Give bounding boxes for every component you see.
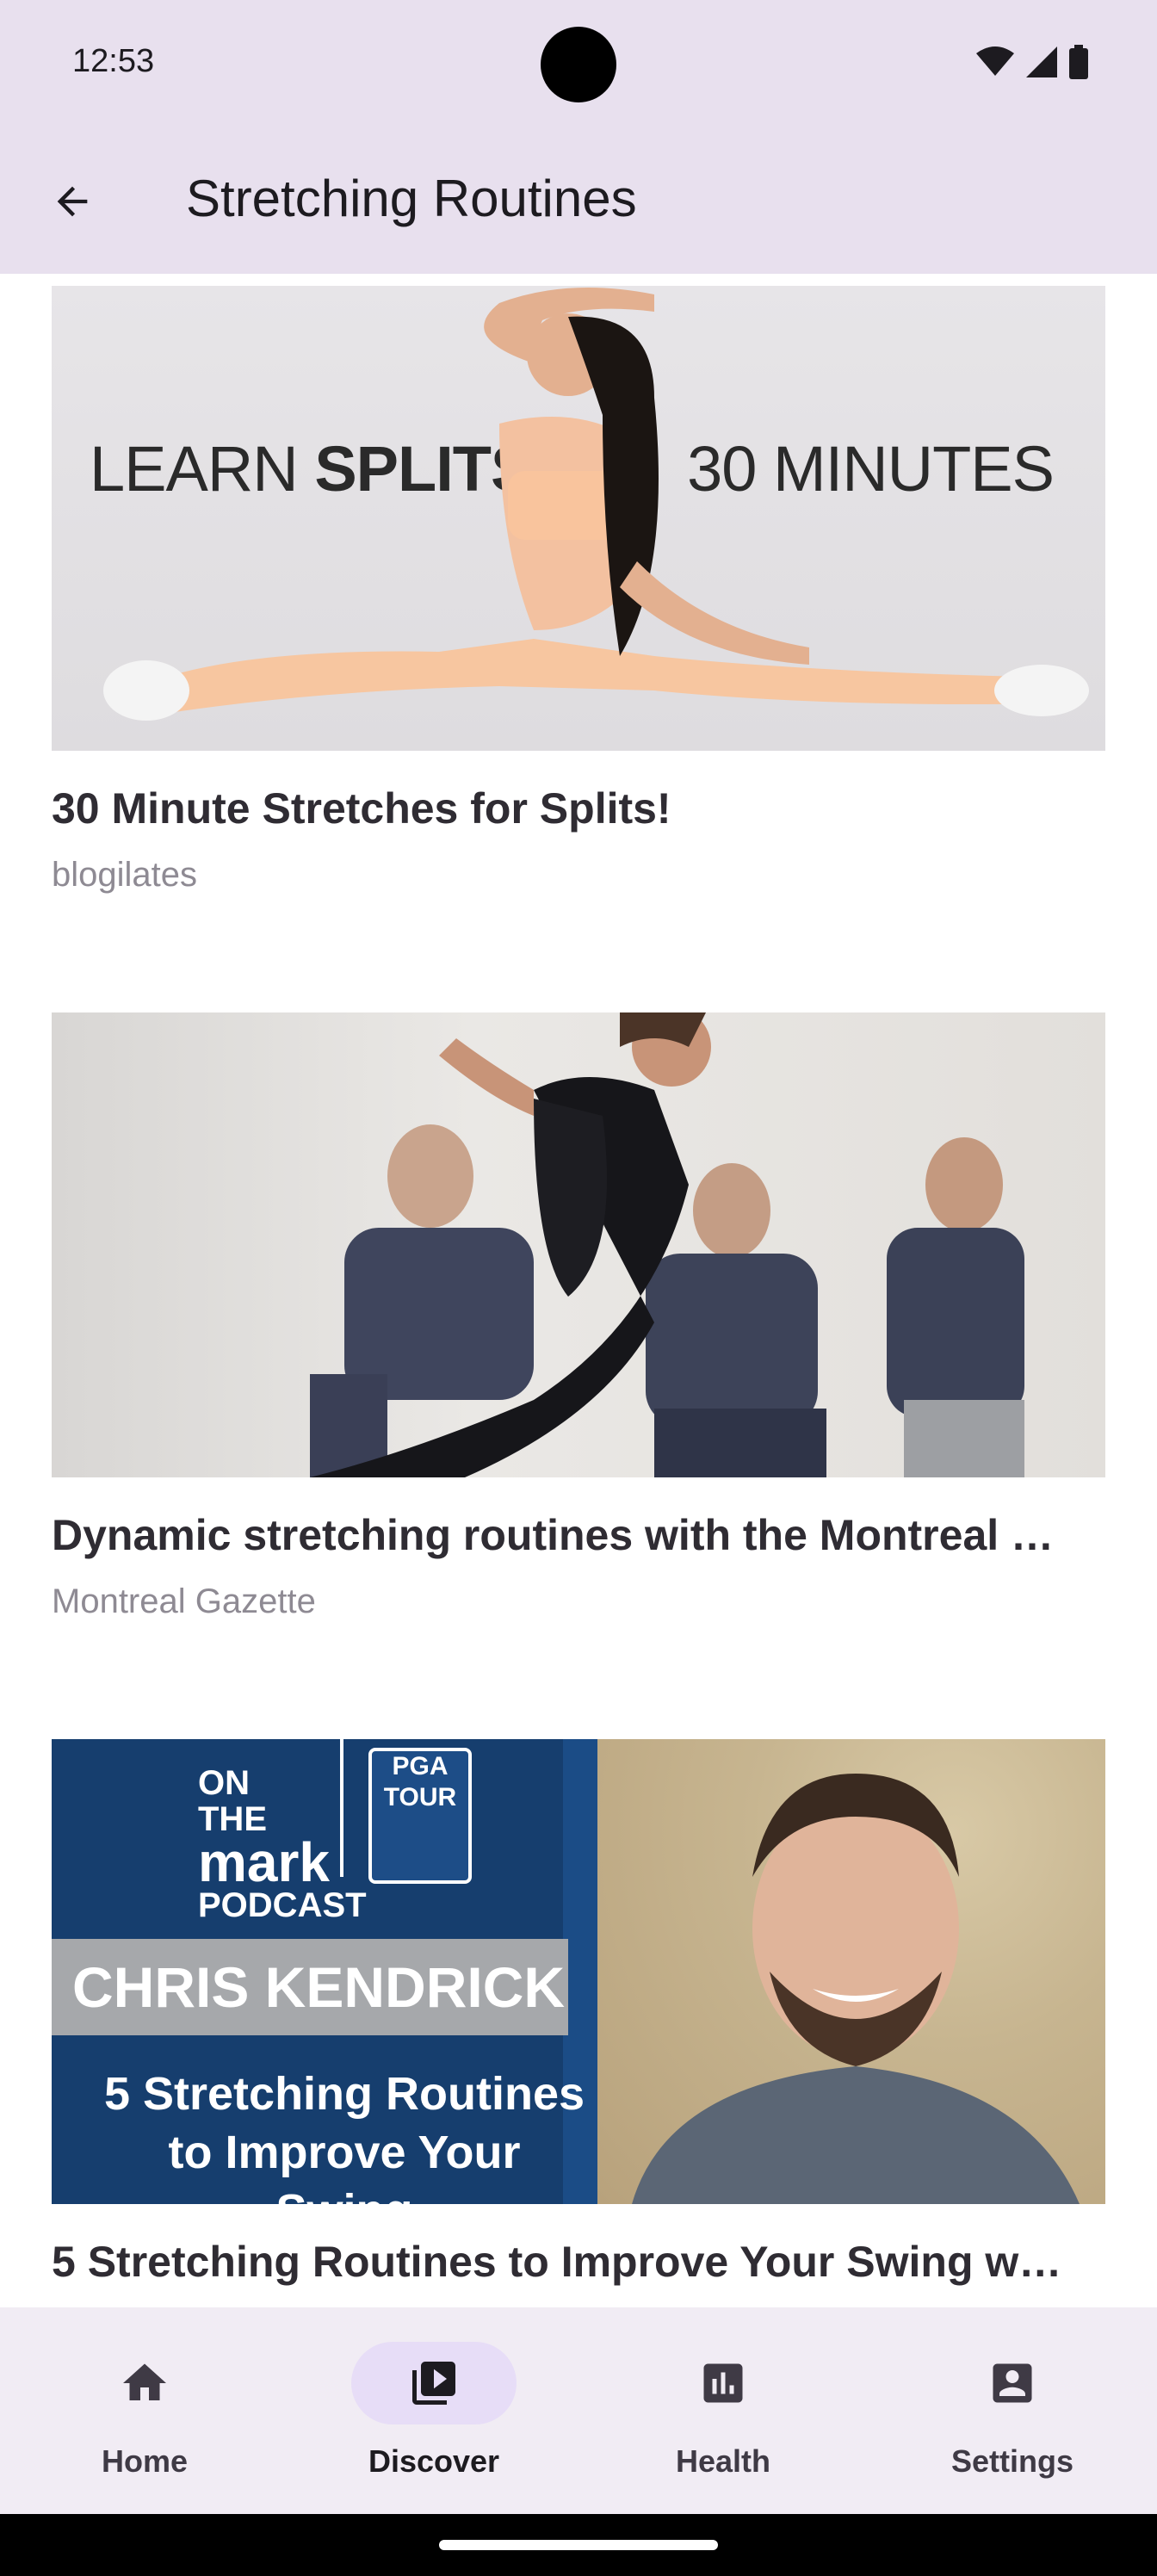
- video-card[interactable]: Dynamic stretching routines with the Mon…: [52, 1012, 1105, 1621]
- thumbnail-photo: [563, 1739, 1105, 2204]
- video-library-icon: [412, 2362, 455, 2405]
- divider: [340, 1739, 343, 1877]
- status-time: 12:53: [72, 43, 155, 79]
- nav-pill: [640, 2342, 806, 2424]
- nav-item-home[interactable]: Home: [0, 2342, 289, 2497]
- video-source: Montreal Gazette: [52, 1582, 316, 1620]
- signal-icon: [1026, 46, 1057, 77]
- thumbnail-subtitle: 5 Stretching Routines to Improve Your Sw…: [103, 2068, 585, 2204]
- video-thumbnail[interactable]: LEARN SPLITS 30 MINUTES: [52, 286, 1105, 751]
- nav-pill-active: [351, 2342, 517, 2424]
- thumbnail-figure: [103, 288, 1089, 721]
- status-bar: 12:53: [0, 0, 1157, 129]
- gesture-bar: [0, 2514, 1157, 2576]
- guest-name-banner: CHRIS KENDRICK: [52, 1939, 568, 2035]
- camera-cutout: [541, 27, 616, 102]
- thumbnail-figures: [310, 1012, 1024, 1477]
- video-title[interactable]: 5 Stretching Routines to Improve Your Sw…: [52, 2237, 1105, 2287]
- person-illustration: [632, 1774, 1080, 2204]
- video-card[interactable]: LEARN SPLITS 30 MINUTES 30 Minute Stretc…: [52, 286, 1105, 895]
- page-title: Stretching Routines: [186, 170, 637, 227]
- video-title[interactable]: Dynamic stretching routines with the Mon…: [52, 1510, 1105, 1560]
- home-icon: [123, 2363, 166, 2400]
- video-thumbnail[interactable]: [52, 1012, 1105, 1477]
- nav-pill: [930, 2342, 1095, 2424]
- app-bar: Stretching Routines: [0, 129, 1157, 274]
- arrow-back-icon: [57, 186, 88, 217]
- wifi-icon: [976, 46, 1014, 76]
- pga-tour-logo: PGA TOUR: [368, 1748, 472, 1884]
- home-gesture-handle[interactable]: [439, 2540, 718, 2550]
- nav-item-health[interactable]: Health: [578, 2342, 868, 2497]
- nav-item-settings[interactable]: Settings: [868, 2342, 1157, 2497]
- video-title[interactable]: 30 Minute Stretches for Splits!: [52, 783, 1105, 833]
- nav-label: Discover: [368, 2443, 500, 2479]
- video-list[interactable]: LEARN SPLITS 30 MINUTES 30 Minute Stretc…: [0, 274, 1157, 2307]
- back-button[interactable]: [34, 164, 110, 239]
- status-icons: [976, 45, 1088, 79]
- nav-item-discover[interactable]: Discover: [289, 2342, 578, 2497]
- video-card[interactable]: ON THE mark PODCAST PGA TOUR CHRIS KENDR…: [52, 1739, 1105, 2287]
- video-source: blogilates: [52, 856, 198, 894]
- nav-label: Settings: [950, 2443, 1073, 2479]
- battery-icon: [1069, 45, 1088, 79]
- bottom-navigation: Home Discover Health Settings: [0, 2307, 1157, 2514]
- nav-label: Health: [675, 2443, 771, 2479]
- account-box-icon: [993, 2363, 1032, 2403]
- video-thumbnail[interactable]: ON THE mark PODCAST PGA TOUR CHRIS KENDR…: [52, 1739, 1105, 2204]
- nav-label: Home: [101, 2443, 189, 2479]
- bar-chart-icon: [703, 2363, 743, 2403]
- nav-pill: [62, 2342, 227, 2424]
